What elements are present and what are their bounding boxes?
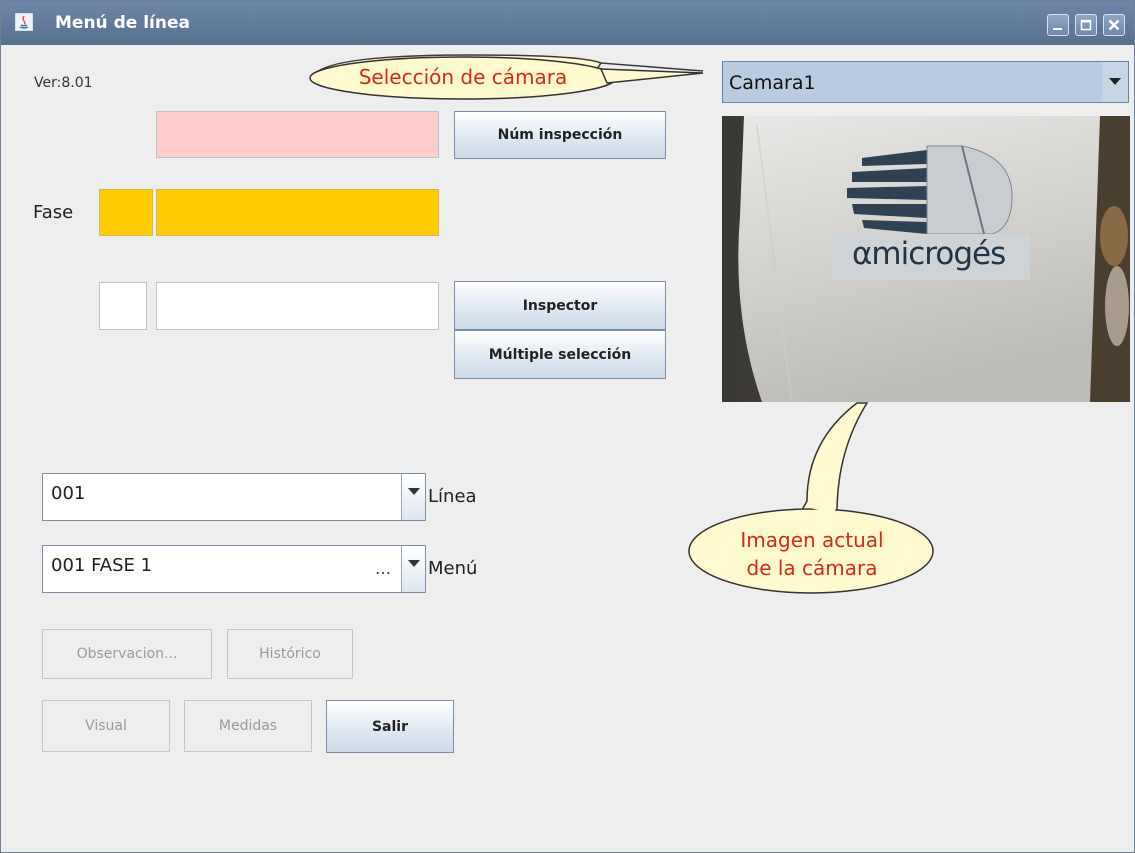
close-icon <box>1108 19 1120 31</box>
camera-select-value: Camara1 <box>729 72 816 94</box>
inspection-number-field[interactable] <box>156 111 439 158</box>
maximize-button[interactable] <box>1075 14 1097 36</box>
camera-select-callout-text: Selección de cámara <box>358 65 568 89</box>
menu-ellipsis: … <box>375 559 391 578</box>
camera-image: αmicrogés <box>722 116 1130 402</box>
version-label: Ver:8.01 <box>34 75 93 91</box>
java-app-icon <box>15 13 33 31</box>
menu-label: Menú <box>428 558 478 579</box>
chevron-down-icon <box>408 560 420 567</box>
inspector-code-field[interactable] <box>99 282 147 330</box>
chevron-down-icon <box>408 488 420 495</box>
salir-button[interactable]: Salir <box>326 700 454 753</box>
main-window: Menú de línea Ver:8.01 Núm inspección Fa… <box>0 0 1135 853</box>
linea-select-value: 001 <box>51 483 86 504</box>
chevron-down-icon <box>1109 78 1121 85</box>
title-bar[interactable]: Menú de línea <box>1 1 1134 45</box>
menu-select[interactable]: 001 FASE 1 … <box>42 545 426 593</box>
observaciones-button[interactable]: Observacion... <box>42 629 212 679</box>
maximize-icon <box>1080 19 1092 31</box>
menu-dropdown-button[interactable] <box>401 546 425 592</box>
medidas-button[interactable]: Medidas <box>184 700 312 752</box>
inspector-button[interactable]: Inspector <box>454 281 666 330</box>
inspector-name-field[interactable] <box>156 282 439 330</box>
window-title: Menú de línea <box>55 13 190 33</box>
linea-dropdown-button[interactable] <box>401 474 425 520</box>
fase-code-field[interactable] <box>99 189 153 236</box>
historico-button[interactable]: Histórico <box>227 629 353 679</box>
fase-label: Fase <box>33 202 74 223</box>
menu-select-value: 001 FASE 1 <box>51 555 153 576</box>
multiple-selection-button[interactable]: Múltiple selección <box>454 330 666 379</box>
minimize-icon <box>1053 28 1062 30</box>
camera-image-callout-text: Imagen actual de la cámara <box>701 526 923 582</box>
close-button[interactable] <box>1103 14 1125 36</box>
inspection-number-button[interactable]: Núm inspección <box>454 111 666 159</box>
visual-button[interactable]: Visual <box>42 700 170 752</box>
linea-label: Línea <box>428 486 477 507</box>
camera-image-callout-line2: de la cámara <box>746 556 878 580</box>
camera-dropdown-button[interactable] <box>1102 62 1128 102</box>
minimize-button[interactable] <box>1047 14 1069 36</box>
camera-select[interactable]: Camara1 <box>722 61 1129 103</box>
fase-description-field[interactable] <box>156 189 439 236</box>
linea-select[interactable]: 001 <box>42 473 426 521</box>
camera-logo-text: αmicrogés <box>852 236 1006 272</box>
camera-image-callout-line1: Imagen actual <box>740 528 884 552</box>
